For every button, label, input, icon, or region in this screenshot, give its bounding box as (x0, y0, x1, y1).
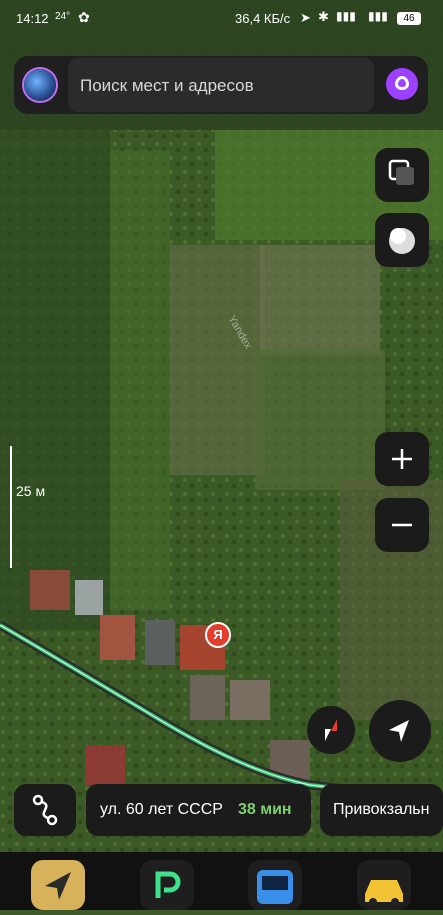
zoom-out-button[interactable] (375, 498, 429, 552)
location-icon: ➤ (300, 10, 311, 25)
layers-icon (388, 159, 414, 185)
route-street: ул. 60 лет СССР (100, 801, 223, 818)
parking-icon (155, 871, 181, 898)
yandex-pin-icon[interactable]: Я (205, 622, 231, 648)
compass-icon (325, 719, 337, 741)
map-mode-button[interactable] (375, 213, 429, 267)
navigator-app-button[interactable] (31, 860, 85, 910)
bluetooth-icon: ✱ (318, 9, 329, 24)
battery-indicator: 46 (397, 12, 421, 25)
search-input[interactable]: Поиск мест и адресов (68, 58, 374, 112)
route-time: 38 мин (238, 801, 292, 818)
route-chip-second[interactable]: Привокзальн (320, 784, 443, 836)
parking-app-button[interactable] (140, 860, 194, 910)
transport-app-button[interactable] (248, 860, 302, 910)
taxi-icon (365, 880, 403, 906)
search-bar: Поиск мест и адресов (14, 56, 428, 114)
navigator-icon (45, 872, 71, 900)
compass-button[interactable] (307, 706, 355, 754)
route-button[interactable] (14, 784, 76, 836)
status-net-speed: 36,4 КБ/с (235, 11, 291, 26)
sphere-icon (389, 228, 415, 254)
route-street-2: Привокзальн (333, 801, 430, 818)
plus-icon (392, 449, 412, 469)
notification-icon: ✿ (78, 9, 90, 25)
status-temp: 24° (55, 11, 71, 22)
taxi-app-button[interactable] (357, 860, 411, 910)
signal-icon: ▮▮▮ (336, 9, 356, 23)
route-icon (32, 794, 58, 826)
scale-bar (10, 446, 12, 568)
minus-icon (392, 523, 412, 527)
zoom-in-button[interactable] (375, 432, 429, 486)
route-chip-home[interactable]: ул. 60 лет СССР 38 мин (86, 784, 311, 836)
scale-label: 25 м (16, 483, 46, 499)
search-placeholder: Поиск мест и адресов (80, 76, 254, 95)
layers-button[interactable] (375, 148, 429, 202)
my-location-button[interactable] (369, 700, 431, 762)
status-bar: 14:12 24° ✿ 36,4 КБ/с ➤ ✱ ▮▮▮ ▮▮▮ 46 (0, 0, 443, 38)
navigation-arrow-icon (389, 720, 409, 742)
app-switcher-bar (0, 852, 443, 910)
status-time: 14:12 (16, 11, 49, 26)
alice-voice-button[interactable] (386, 68, 418, 100)
signal2-icon: ▮▮▮ (368, 9, 388, 23)
profile-avatar[interactable] (24, 69, 56, 101)
bus-icon (257, 870, 293, 904)
